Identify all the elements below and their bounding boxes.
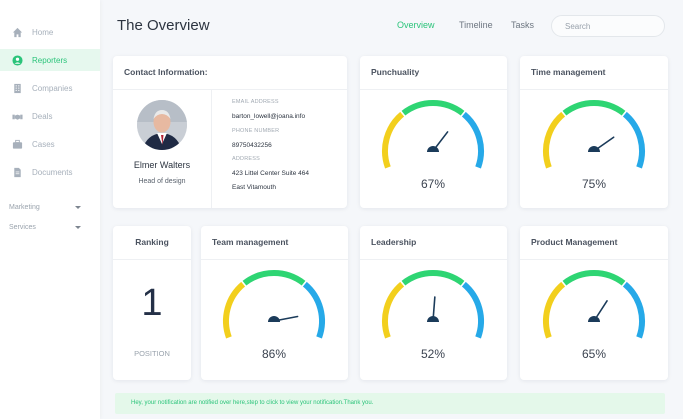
building-icon [11, 82, 23, 94]
gauge-arc-segment [401, 100, 465, 116]
gauge-arc-segment [401, 270, 465, 286]
gauge-arc-segment [302, 281, 325, 339]
handshake-icon [11, 110, 23, 122]
gauge-arc-segment [622, 111, 645, 169]
gauge-arc-segment [562, 270, 626, 286]
time-management-percent: 75% [581, 177, 607, 191]
card-title: Leadership [360, 226, 507, 260]
team-management-gauge [223, 270, 325, 339]
card-title: Team management [201, 226, 348, 260]
search-input[interactable] [563, 21, 667, 32]
search-box [551, 15, 667, 37]
notification-banner[interactable]: Hey, your notification are notified over… [115, 393, 665, 414]
product-management-card: Product Management 65% [520, 226, 668, 380]
gauge-hub [588, 316, 600, 322]
product-management-percent: 65% [581, 347, 607, 361]
phone-value: 89750432256 [232, 142, 272, 149]
punchuality-card: Punchuality 67% [360, 56, 507, 208]
card-title: Product Management [520, 226, 668, 260]
gauge-arc-segment [461, 111, 484, 169]
sidebar-group-marketing[interactable]: Marketing [9, 200, 81, 214]
sidebar-item-label: Documents [32, 167, 73, 177]
address-label: ADDRESS [232, 156, 260, 162]
punchuality-percent: 67% [420, 177, 446, 191]
ranking-value: 1 [141, 282, 163, 324]
profile-photo [137, 100, 187, 150]
address-line-2: East Vitamouth [232, 184, 276, 191]
punchuality-gauge [382, 100, 484, 169]
email-label: EMAIL ADDRESS [232, 99, 279, 105]
sidebar-item-companies[interactable]: Companies [0, 77, 100, 99]
gauge-arc-segment [223, 281, 246, 339]
chevron-down-icon [75, 225, 81, 229]
gauge-hub [268, 316, 280, 322]
contact-card: Contact Information: Elmer Walters Head … [113, 56, 347, 208]
gauge-arc-segment [382, 281, 405, 339]
tab-tasks[interactable]: Tasks [511, 20, 534, 30]
gauge-hub [588, 146, 600, 152]
tab-overview[interactable]: Overview [397, 20, 435, 30]
leadership-card: Leadership 52% [360, 226, 507, 380]
gauge-arc-segment [543, 281, 566, 339]
home-icon [11, 26, 23, 38]
sidebar-item-label: Cases [32, 139, 55, 149]
sidebar-group-label: Services [9, 223, 36, 231]
sidebar-group-label: Marketing [9, 203, 40, 211]
gauge-arc-segment [242, 270, 306, 286]
sidebar-item-documents[interactable]: Documents [0, 161, 100, 183]
time-management-card: Time management 75% [520, 56, 668, 208]
gauge-arc-segment [622, 281, 645, 339]
sidebar-item-home[interactable]: Home [0, 21, 100, 43]
sidebar-item-label: Reporters [32, 55, 68, 65]
sidebar-group-services[interactable]: Services [9, 220, 81, 234]
user-circle-icon [11, 54, 23, 66]
sidebar-item-reporters[interactable]: Reporters [0, 49, 100, 71]
divider [211, 90, 212, 208]
sidebar-item-label: Home [32, 27, 54, 37]
contact-name: Elmer Walters [133, 160, 191, 170]
card-title: Ranking [113, 226, 191, 260]
product-management-gauge [543, 270, 645, 339]
card-title: Punchuality [360, 56, 507, 90]
time-management-gauge [543, 100, 645, 169]
phone-label: PHONE NUMBER [232, 128, 280, 134]
document-icon [11, 166, 23, 178]
leadership-percent: 52% [420, 347, 446, 361]
sidebar-item-label: Companies [32, 83, 73, 93]
gauge-hub [427, 316, 439, 322]
sidebar: Home Reporters Companies Deals Cases Doc… [0, 0, 100, 419]
card-title: Time management [520, 56, 668, 90]
card-title: Contact Information: [113, 56, 347, 90]
sidebar-item-deals[interactable]: Deals [0, 105, 100, 127]
page-title: The Overview [117, 17, 210, 34]
ranking-card: Ranking 1 POSITION [113, 226, 191, 380]
sidebar-item-label: Deals [32, 111, 53, 121]
sidebar-item-cases[interactable]: Cases [0, 133, 100, 155]
tab-timeline[interactable]: Timeline [459, 20, 493, 30]
ranking-label: POSITION [134, 349, 170, 358]
team-management-card: Team management 86% [201, 226, 348, 380]
contact-role: Head of design [138, 178, 186, 185]
gauge-arc-segment [562, 100, 626, 116]
team-management-percent: 86% [261, 347, 287, 361]
gauge-arc-segment [382, 111, 405, 169]
avatar [137, 100, 187, 150]
leadership-gauge [382, 270, 484, 339]
gauge-hub [427, 146, 439, 152]
email-value: barton_lowell@joana.info [232, 113, 306, 120]
briefcase-icon [11, 138, 23, 150]
address-line-1: 423 Littel Center Suite 464 [232, 170, 309, 177]
chevron-down-icon [75, 205, 81, 209]
gauge-arc-segment [461, 281, 484, 339]
gauge-arc-segment [543, 111, 566, 169]
